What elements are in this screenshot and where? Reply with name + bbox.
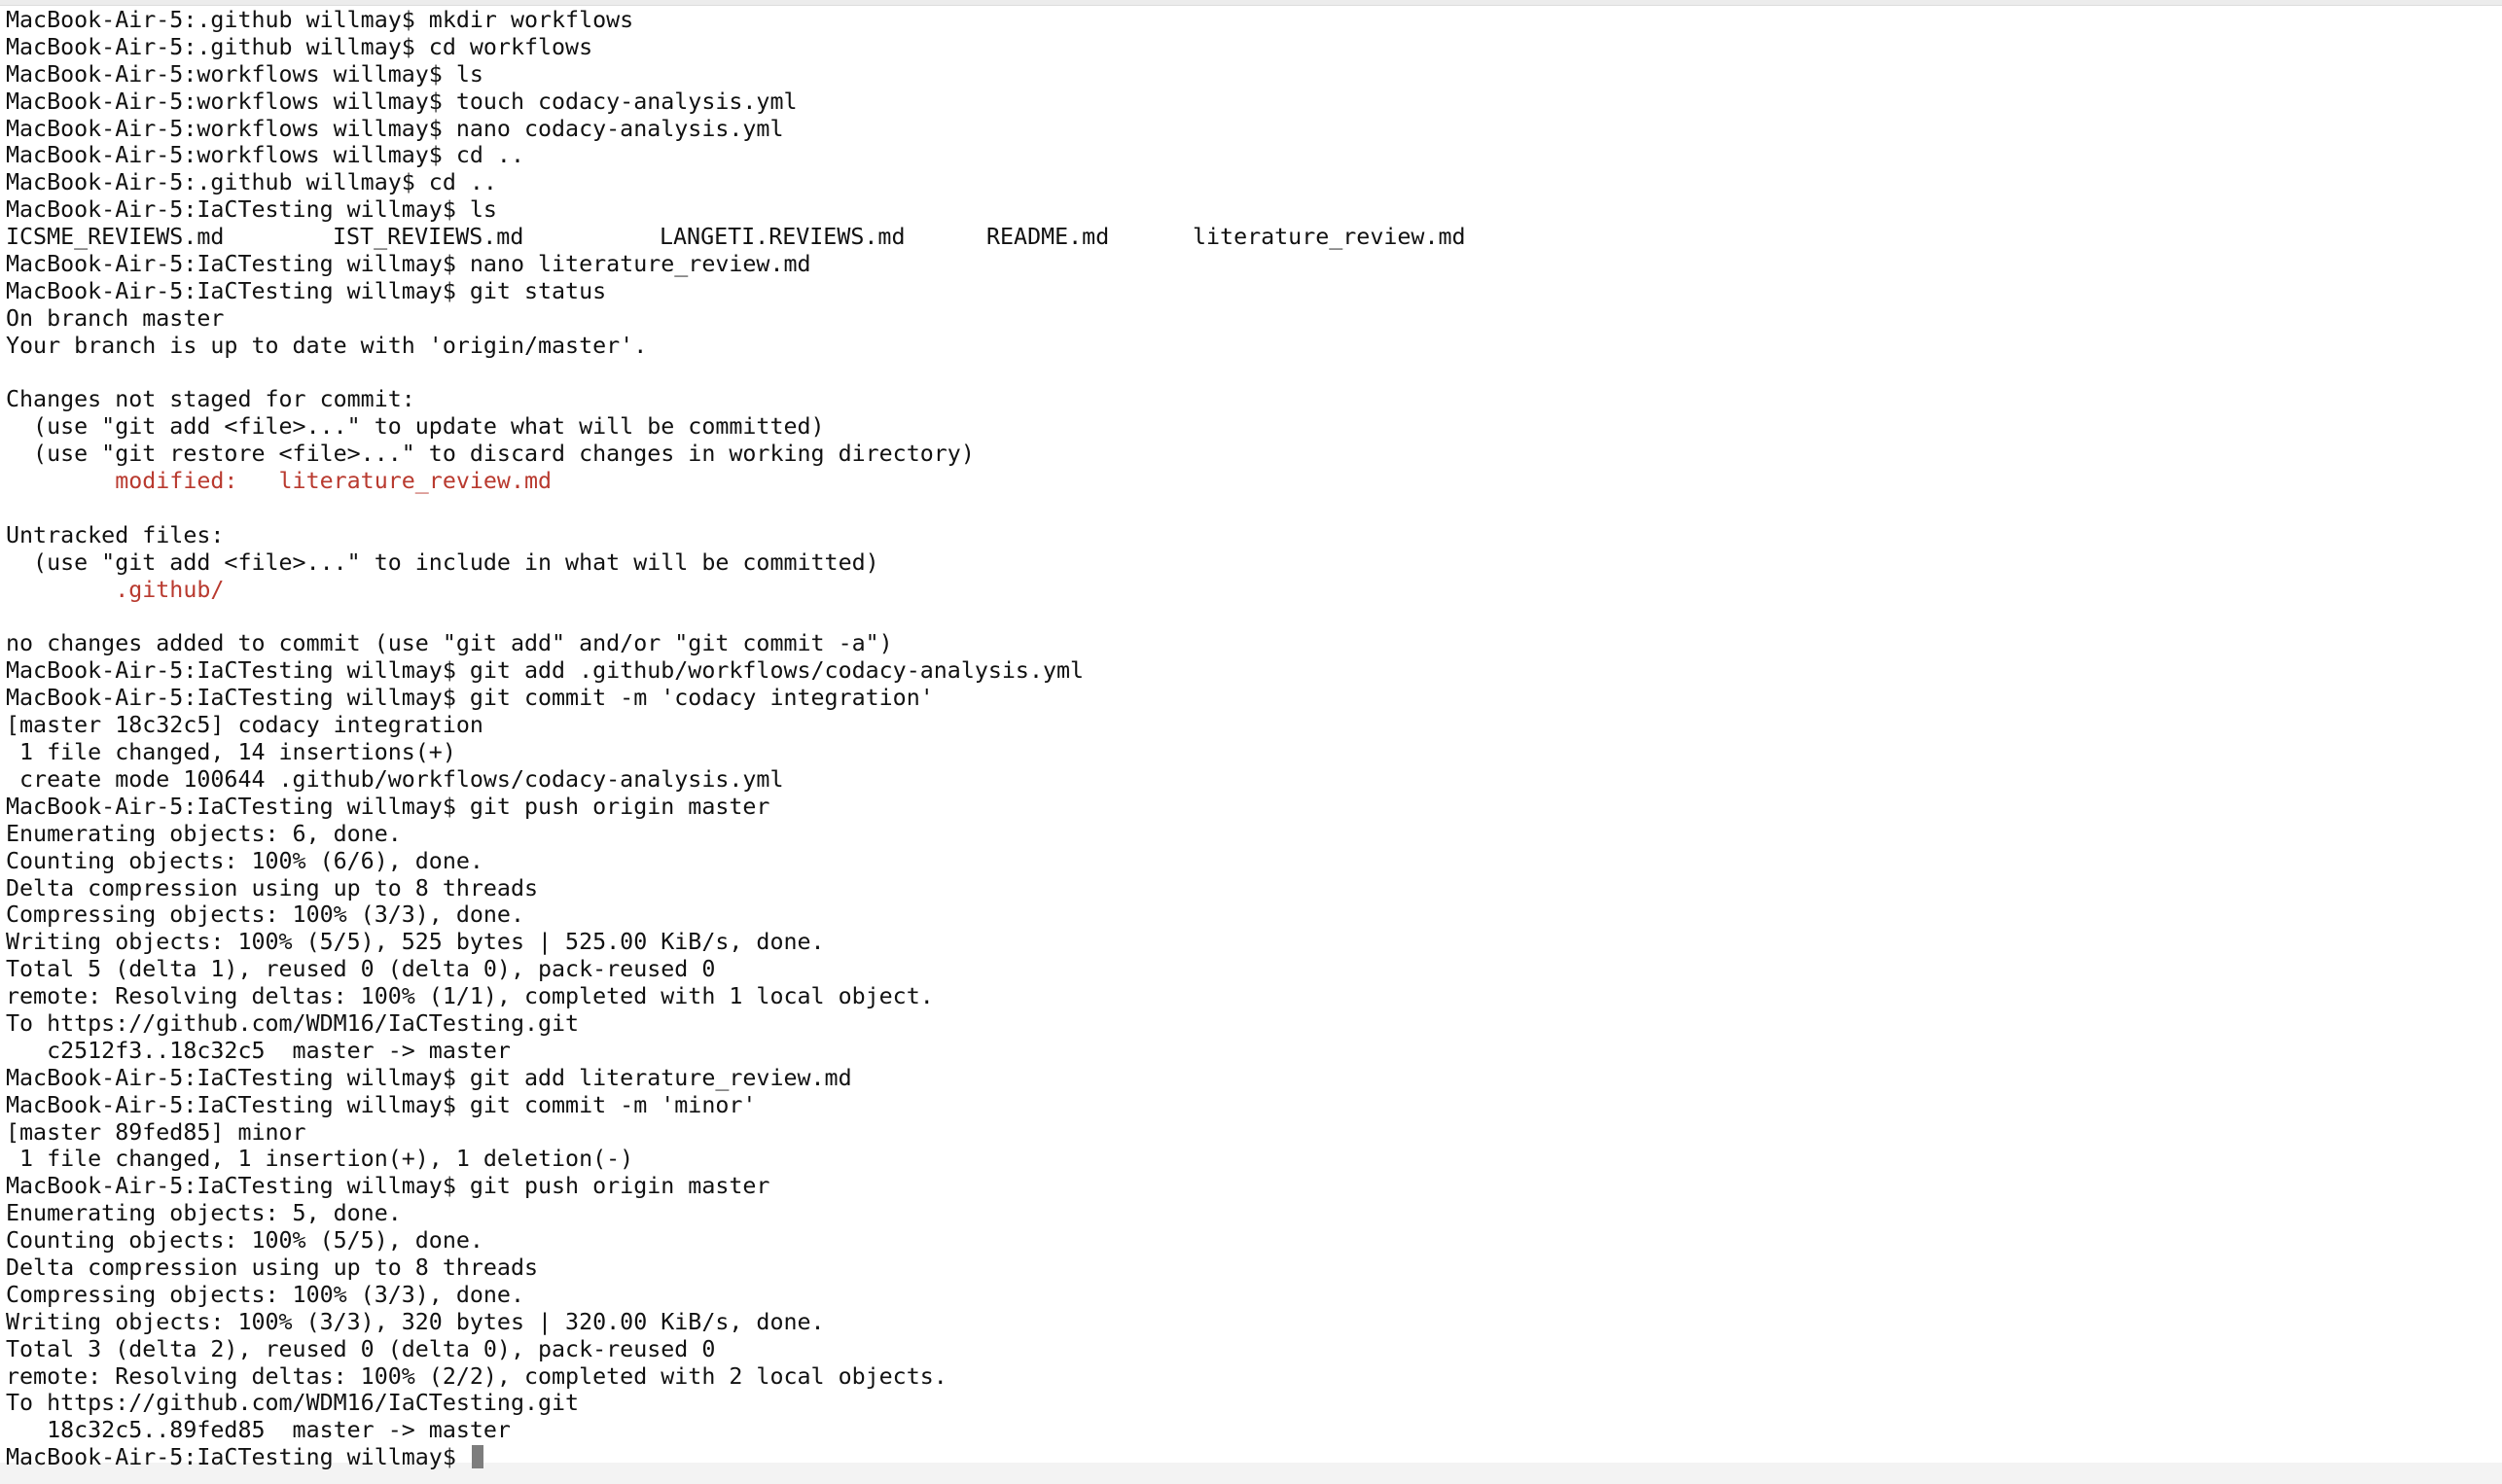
ls-file: literature_review.md [1193, 224, 1466, 251]
terminal-line: MacBook-Air-5:IaCTesting willmay$ git pu… [6, 1173, 770, 1200]
terminal-line: 1 file changed, 1 insertion(+), 1 deleti… [6, 1146, 634, 1173]
terminal-line: Your branch is up to date with 'origin/m… [6, 332, 648, 359]
terminal-line: Untracked files: [6, 521, 225, 548]
terminal-line: Enumerating objects: 5, done. [6, 1200, 402, 1227]
terminal-line: MacBook-Air-5:workflows willmay$ nano co… [6, 115, 784, 142]
terminal-line: (use "git add <file>..." to include in w… [6, 548, 879, 576]
terminal-line: MacBook-Air-5:IaCTesting willmay$ nano l… [6, 251, 811, 278]
terminal-line: MacBook-Air-5:IaCTesting willmay$ git st… [6, 277, 607, 304]
terminal-line: Changes not staged for commit: [6, 386, 415, 413]
terminal-line: c2512f3..18c32c5 master -> master [6, 1037, 511, 1064]
terminal-line: 1 file changed, 14 insertions(+) [6, 739, 456, 766]
terminal-line: Counting objects: 100% (5/5), done. [6, 1227, 483, 1254]
terminal-line: On branch master [6, 304, 225, 332]
terminal-line: Total 5 (delta 1), reused 0 (delta 0), p… [6, 956, 716, 983]
terminal-output: MacBook-Air-5:.github willmay$ mkdir wor… [0, 7, 2502, 1471]
terminal-line: [master 89fed85] minor [6, 1118, 306, 1146]
terminal-line: MacBook-Air-5:IaCTesting willmay$ git ad… [6, 1064, 852, 1091]
terminal-line: MacBook-Air-5:IaCTesting willmay$ git ad… [6, 657, 1085, 685]
terminal-line: MacBook-Air-5:IaCTesting willmay$ git pu… [6, 793, 770, 820]
terminal-line: MacBook-Air-5:workflows willmay$ touch c… [6, 88, 798, 115]
terminal-line: remote: Resolving deltas: 100% (1/1), co… [6, 983, 934, 1010]
terminal-line: no changes added to commit (use "git add… [6, 630, 893, 657]
terminal-line: MacBook-Air-5:.github willmay$ mkdir wor… [6, 7, 634, 33]
terminal-line: Enumerating objects: 6, done. [6, 820, 402, 847]
ls-file: IST_REVIEWS.md [333, 224, 524, 251]
terminal-line: To https://github.com/WDM16/IaCTesting.g… [6, 1390, 580, 1417]
terminal-line: Delta compression using up to 8 threads [6, 1254, 539, 1281]
terminal-line: MacBook-Air-5:IaCTesting willmay$ ls [6, 196, 497, 224]
terminal-line: Total 3 (delta 2), reused 0 (delta 0), p… [6, 1335, 716, 1362]
shell-prompt: MacBook-Air-5:IaCTesting willmay$ [6, 1444, 470, 1471]
terminal-line: remote: Resolving deltas: 100% (2/2), co… [6, 1362, 947, 1390]
terminal-line: Counting objects: 100% (6/6), done. [6, 847, 483, 874]
modified-file-line: modified: literature_review.md [6, 468, 553, 495]
ls-file: ICSME_REVIEWS.md [6, 224, 225, 251]
terminal-line: MacBook-Air-5:IaCTesting willmay$ git co… [6, 685, 934, 712]
window-top-edge [0, 0, 2502, 6]
prompt-line[interactable]: MacBook-Air-5:IaCTesting willmay$ [6, 1444, 2502, 1471]
terminal-line: To https://github.com/WDM16/IaCTesting.g… [6, 1009, 580, 1037]
terminal-line: MacBook-Air-5:.github willmay$ cd workfl… [6, 33, 593, 60]
terminal-line: MacBook-Air-5:workflows willmay$ ls [6, 60, 483, 88]
terminal-line: (use "git restore <file>..." to discard … [6, 441, 975, 468]
terminal-line: (use "git add <file>..." to update what … [6, 413, 825, 441]
untracked-file-line: .github/ [6, 576, 225, 603]
terminal-line: [master 18c32c5] codacy integration [6, 712, 483, 739]
ls-output-row: ICSME_REVIEWS.md IST_REVIEWS.md LANGETI.… [6, 224, 2502, 251]
ls-file: README.md [986, 224, 1110, 251]
terminal-line: MacBook-Air-5:.github willmay$ cd .. [6, 169, 497, 196]
terminal-line: Delta compression using up to 8 threads [6, 874, 539, 901]
terminal-line: 18c32c5..89fed85 master -> master [6, 1417, 511, 1444]
terminal-window[interactable]: MacBook-Air-5:.github willmay$ mkdir wor… [0, 0, 2502, 1484]
terminal-line: Writing objects: 100% (5/5), 525 bytes |… [6, 929, 825, 956]
ls-file: LANGETI.REVIEWS.md [660, 224, 906, 251]
terminal-line: Compressing objects: 100% (3/3), done. [6, 1281, 524, 1308]
terminal-line: create mode 100644 .github/workflows/cod… [6, 765, 784, 793]
terminal-line: Writing objects: 100% (3/3), 320 bytes |… [6, 1308, 825, 1335]
text-cursor [471, 1445, 483, 1469]
terminal-line: Compressing objects: 100% (3/3), done. [6, 901, 524, 929]
terminal-line: MacBook-Air-5:IaCTesting willmay$ git co… [6, 1091, 757, 1118]
terminal-line: MacBook-Air-5:workflows willmay$ cd .. [6, 142, 524, 169]
